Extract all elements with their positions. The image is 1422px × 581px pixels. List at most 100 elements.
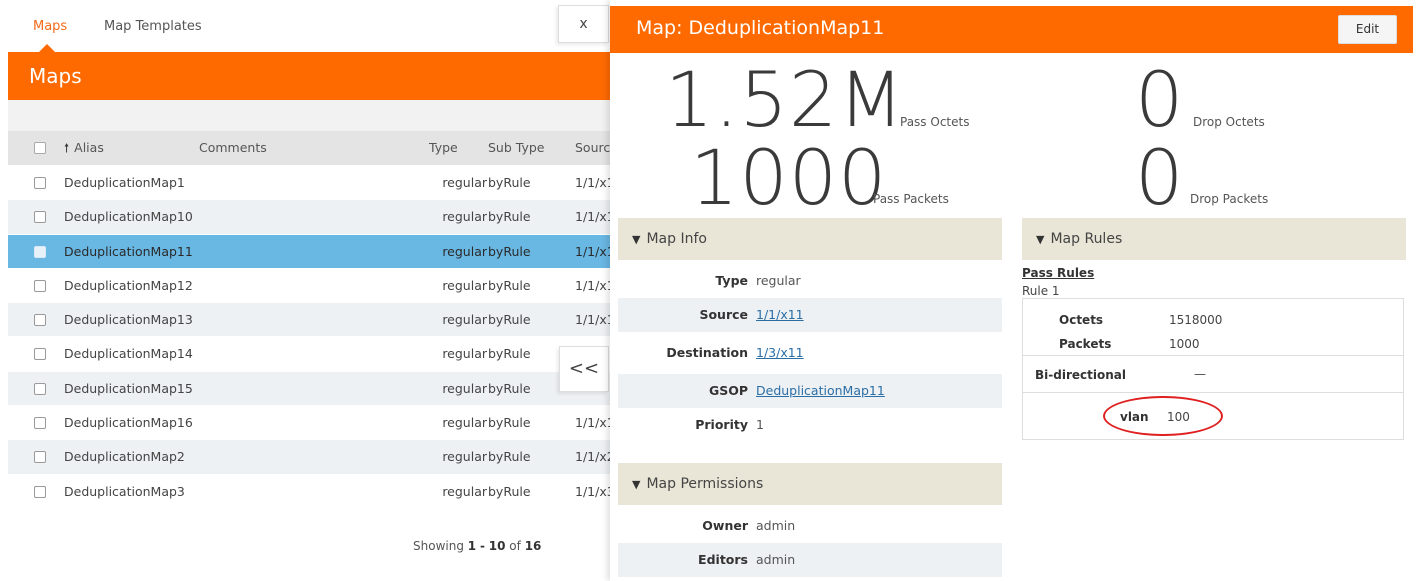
map-info-header-label: Map Info [646,231,707,247]
cell-alias: DeduplicationMap12 [64,277,193,293]
row-checkbox[interactable] [34,451,46,464]
close-detail-button[interactable]: x [558,5,609,43]
gsop-link[interactable]: DeduplicationMap11 [756,383,885,398]
row-checkbox[interactable] [34,382,46,395]
table-row[interactable]: DeduplicationMap1 regular byRule 1/1/x1 [8,166,610,201]
cell-alias: DeduplicationMap2 [64,449,185,465]
priority-key: Priority [695,417,748,432]
source-link[interactable]: 1/1/x11 [756,307,804,322]
info-row-owner: Owner admin [618,509,1002,543]
destination-link[interactable]: 1/3/x11 [756,345,804,360]
table-row[interactable]: DeduplicationMap3 regular byRule 1/1/x3 [8,474,610,509]
cell-alias: DeduplicationMap3 [64,483,185,499]
map-info-header[interactable]: ▼ Map Info [618,218,1002,260]
pagination-of: of [509,539,521,553]
drop-octets-label: Drop Octets [1193,115,1265,129]
table-row[interactable]: DeduplicationMap13 regular byRule 1/1/x1 [8,303,610,338]
gsop-key: GSOP [708,383,748,398]
cell-subtype: byRule [488,415,531,431]
bidirectional-value: — [1194,367,1206,381]
cell-subtype: byRule [488,312,531,328]
chevron-down-icon: ▼ [1036,233,1045,246]
toolbar-strip [8,100,610,131]
table-row[interactable]: DeduplicationMap10 regular byRule 1/1/x1 [8,200,610,235]
cell-source: 1/1/x1 [575,277,610,293]
cell-alias: DeduplicationMap14 [64,346,193,362]
cell-type: regular [442,277,487,293]
pass-octets-label: Pass Octets [900,115,970,129]
editors-value: admin [756,552,796,567]
info-row-editors: Editors admin [618,543,1002,577]
cell-type: regular [442,449,487,465]
pagination-to: 10 [488,539,506,553]
cell-source: 1/1/x3 [575,483,610,499]
table-row[interactable]: DeduplicationMap15 regular byRule [8,371,610,407]
info-row-destination: Destination 1/3/x11 [618,336,1002,370]
cell-source: 1/1/x1 [575,243,610,259]
map-permissions-header[interactable]: ▼ Map Permissions [618,463,1002,505]
row-checkbox[interactable] [34,348,46,361]
cell-type: regular [442,380,487,396]
octets-value: 1518000 [1169,313,1223,327]
select-all-checkbox[interactable] [34,142,46,154]
rule-name: Rule 1 [1022,284,1060,298]
column-header-type[interactable]: Type [429,131,487,165]
sort-ascending-icon: 🠕 [64,141,70,155]
packets-key: Packets [1059,337,1112,351]
pagination-prefix: Showing [413,539,464,553]
owner-value: admin [756,518,796,533]
pass-rules-link[interactable]: Pass Rules [1022,266,1094,280]
chevron-down-icon: ▼ [632,233,641,246]
column-header-alias[interactable]: 🠕 Alias [64,131,199,165]
info-row-source: Source 1/1/x11 [618,298,1002,332]
priority-value: 1 [756,417,764,432]
tab-map-templates[interactable]: Map Templates [104,19,202,34]
collapse-panel-button[interactable]: << [559,346,609,392]
pass-packets-label: Pass Packets [873,192,949,206]
table-row[interactable]: DeduplicationMap2 regular byRule 1/1/x2 [8,440,610,475]
column-header-source[interactable]: Sourc [575,131,610,165]
column-header-subtype[interactable]: Sub Type [488,131,573,165]
row-checkbox[interactable] [34,211,46,224]
cell-type: regular [442,209,487,225]
row-checkbox[interactable] [34,177,46,189]
cell-alias: DeduplicationMap15 [64,380,193,396]
table-row[interactable]: DeduplicationMap16 regular byRule 1/1/x1 [8,406,610,441]
cell-type: regular [442,346,487,362]
maps-list-panel: Maps Map Templates Maps 🠕 Alias Comments … [0,0,610,581]
octets-key: Octets [1059,313,1104,327]
row-checkbox[interactable] [34,314,46,327]
row-checkbox[interactable] [34,245,46,258]
cell-subtype: byRule [488,449,531,465]
top-tabs: Maps Map Templates [0,0,610,53]
cell-subtype: byRule [488,209,531,225]
edit-button[interactable]: Edit [1338,15,1397,44]
table-row[interactable]: DeduplicationMap14 regular byRule [8,337,610,372]
cell-source: 1/1/x2 [575,449,610,465]
pagination-total: 16 [524,539,542,553]
chevron-down-icon: ▼ [632,478,641,491]
cell-subtype: byRule [488,483,531,499]
drop-packets-label: Drop Packets [1190,192,1269,206]
cell-source: 1/1/x1 [575,415,610,431]
editors-key: Editors [698,552,748,567]
maps-header-bar: Maps [8,52,610,100]
map-rules-header[interactable]: ▼ Map Rules [1022,218,1406,260]
type-value: regular [756,273,801,288]
rule-divider [1023,392,1403,393]
row-checkbox[interactable] [34,279,46,292]
row-checkbox[interactable] [34,417,46,430]
column-header-comments[interactable]: Comments [199,131,429,165]
table-row-selected[interactable]: DeduplicationMap11 regular byRule 1/1/x1 [8,234,610,269]
tab-maps[interactable]: Maps [33,19,67,34]
row-checkbox[interactable] [34,485,46,498]
map-detail-panel: Map: DeduplicationMap11 Edit 1.52M Pass … [610,0,1422,581]
destination-key: Destination [666,345,748,360]
info-row-gsop: GSOP DeduplicationMap11 [618,374,1002,408]
table-row[interactable]: DeduplicationMap12 regular byRule 1/1/x1 [8,268,610,304]
cell-subtype: byRule [488,243,531,259]
cell-subtype: byRule [488,277,531,293]
detail-header-bar: Map: DeduplicationMap11 Edit [610,6,1413,53]
pagination-summary: Showing 1 - 10 of 16 [413,539,541,553]
cell-subtype: byRule [488,175,531,190]
